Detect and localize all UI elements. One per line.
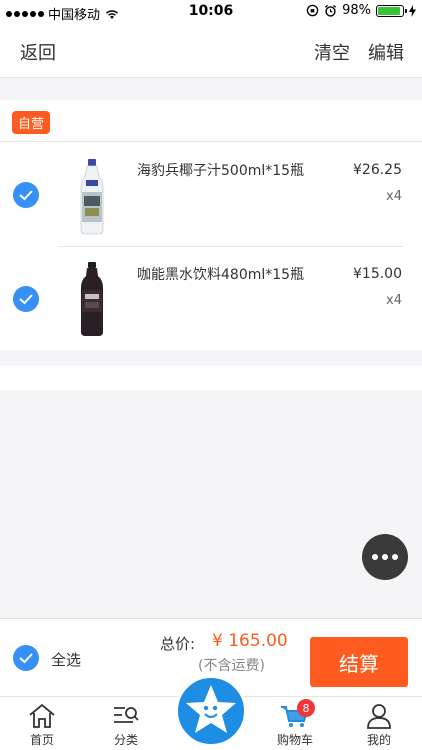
check-icon xyxy=(19,653,33,664)
shipping-note: (不含运费) xyxy=(198,658,265,674)
more-dot-icon xyxy=(372,554,378,560)
select-all-label[interactable]: 全选 xyxy=(51,649,81,670)
tab-mine[interactable]: 我的 xyxy=(344,697,414,750)
navigation-bar: 返回 清空 编辑 xyxy=(0,24,422,78)
check-icon xyxy=(19,190,33,201)
status-right: 98% xyxy=(306,3,416,18)
tab-cart[interactable]: 8 购物车 xyxy=(260,697,330,750)
select-all-checkbox[interactable] xyxy=(13,645,39,671)
item-checkbox[interactable] xyxy=(13,182,39,208)
total-price: ¥ 165.00 xyxy=(212,631,288,651)
tab-category-label: 分类 xyxy=(113,733,138,747)
more-dot-icon xyxy=(382,554,388,560)
cart-item: 咖能黑水饮料480ml*15瓶 ¥15.00 x4 xyxy=(0,248,422,350)
item-checkbox[interactable] xyxy=(13,286,39,312)
black-water-drink-image xyxy=(81,262,103,336)
item-price: ¥26.25 xyxy=(353,162,402,178)
home-icon xyxy=(29,703,55,728)
status-bar: 中国移动 10:06 98% xyxy=(0,0,422,24)
more-dot-icon xyxy=(392,554,398,560)
more-button[interactable] xyxy=(362,534,408,580)
category-search-icon xyxy=(114,707,139,723)
spacer-strip xyxy=(0,366,422,390)
item-name[interactable]: 咖能黑水饮料480ml*15瓶 xyxy=(137,266,312,284)
star-mascot-logo[interactable] xyxy=(176,676,246,746)
item-name[interactable]: 海豹兵椰子汁500ml*15瓶 xyxy=(137,162,312,180)
tab-category[interactable]: 分类 xyxy=(91,697,161,750)
alarm-icon xyxy=(325,4,337,17)
charging-icon xyxy=(409,4,416,17)
battery-icon xyxy=(376,4,407,17)
item-quantity: x4 xyxy=(386,293,402,308)
tab-mine-label: 我的 xyxy=(366,733,391,747)
clear-button[interactable]: 清空 xyxy=(314,39,350,65)
cart-card: 自营 海豹兵椰子汁500ml*15瓶 ¥26.25 x4 咖能黑水饮料480ml… xyxy=(0,100,422,350)
total-label: 总价: xyxy=(160,635,196,653)
cart-item: 海豹兵椰子汁500ml*15瓶 ¥26.25 x4 xyxy=(0,144,422,246)
self-operated-tag: 自营 xyxy=(12,111,51,134)
tab-home-label: 首页 xyxy=(29,733,54,747)
coconut-juice-image xyxy=(80,159,104,235)
edit-button[interactable]: 编辑 xyxy=(368,39,404,65)
tab-cart-label: 购物车 xyxy=(276,733,313,747)
item-price: ¥15.00 xyxy=(353,266,402,282)
battery-percent: 98% xyxy=(342,3,371,18)
rotation-lock-icon xyxy=(306,4,319,17)
star-mascot-icon xyxy=(186,685,236,733)
back-button[interactable]: 返回 xyxy=(20,39,56,65)
check-icon xyxy=(19,294,33,305)
shop-header: 自营 xyxy=(0,100,422,142)
cart-badge: 8 xyxy=(297,699,315,717)
checkout-button[interactable]: 结算 xyxy=(310,637,408,687)
tab-home[interactable]: 首页 xyxy=(7,697,77,750)
item-divider xyxy=(58,246,403,247)
item-quantity: x4 xyxy=(386,189,402,204)
user-icon xyxy=(367,704,391,729)
